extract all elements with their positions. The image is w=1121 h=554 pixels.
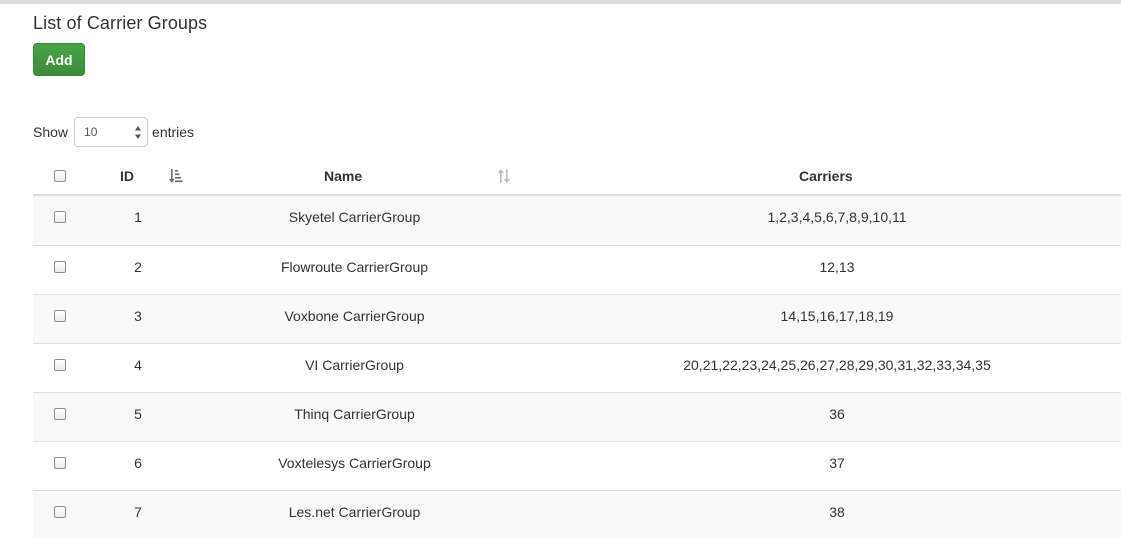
row-id: 3 [134,308,142,324]
table-row: 6 Voxtelesys CarrierGroup 37 [33,441,1121,490]
table-row: 2 Flowroute CarrierGroup 12,13 [33,245,1121,294]
row-name: Skyetel CarrierGroup [288,209,421,225]
table-row: 5 Thinq CarrierGroup 36 [33,392,1121,441]
row-checkbox[interactable] [54,261,66,273]
row-carriers: 37 [829,455,845,471]
row-carriers: 20,21,22,23,24,25,26,27,28,29,30,31,32,3… [683,357,991,373]
page-title: List of Carrier Groups [33,13,208,33]
column-header-carriers: Carriers [799,168,853,184]
table-row: 7 Les.net CarrierGroup 38 [33,490,1121,539]
column-header-name[interactable]: Name [324,168,362,184]
table-row: 1 Skyetel CarrierGroup 1,2,3,4,5,6,7,8,9… [33,196,1121,245]
row-id: 4 [134,357,142,373]
carrier-groups-table: ID Name Carriers 1 Skyetel CarrierGroup … [33,156,1121,539]
row-checkbox[interactable] [54,310,66,322]
row-name: Les.net CarrierGroup [288,504,421,520]
row-carriers: 1,2,3,4,5,6,7,8,9,10,11 [767,209,907,225]
table-row: 4 VI CarrierGroup 20,21,22,23,24,25,26,2… [33,343,1121,392]
add-button[interactable]: Add [33,43,85,76]
entries-label: entries [152,124,195,140]
row-name: Voxtelesys CarrierGroup [278,455,431,471]
row-carriers: 14,15,16,17,18,19 [780,308,894,324]
row-name: Voxbone CarrierGroup [284,308,425,324]
row-name: Thinq CarrierGroup [294,406,415,422]
row-checkbox[interactable] [54,457,66,469]
row-id: 6 [134,455,142,471]
table-row: 3 Voxbone CarrierGroup 14,15,16,17,18,19 [33,294,1121,343]
row-id: 5 [134,406,142,422]
select-arrows-icon [135,126,142,139]
sort-ascending-icon[interactable] [169,168,183,184]
row-checkbox[interactable] [54,408,66,420]
entries-length-control: Show 10 entries [33,117,194,147]
row-carriers: 12,13 [819,259,855,275]
row-name: Flowroute CarrierGroup [280,259,429,275]
table-header: ID Name Carriers [33,156,1121,196]
row-carriers: 38 [829,504,845,520]
entries-select-value: 10 [84,125,98,139]
entries-select[interactable]: 10 [74,117,149,147]
show-label: Show [33,124,69,140]
row-checkbox[interactable] [54,359,66,371]
row-name: VI CarrierGroup [305,357,404,373]
row-checkbox[interactable] [54,211,66,223]
row-carriers: 36 [829,406,845,422]
row-checkbox[interactable] [54,506,66,518]
column-header-id[interactable]: ID [120,168,134,184]
top-divider [0,0,1121,4]
sort-both-icon[interactable] [497,168,511,184]
row-id: 1 [134,209,142,225]
row-id: 7 [134,504,142,520]
select-all-checkbox[interactable] [54,170,66,182]
row-id: 2 [134,259,142,275]
